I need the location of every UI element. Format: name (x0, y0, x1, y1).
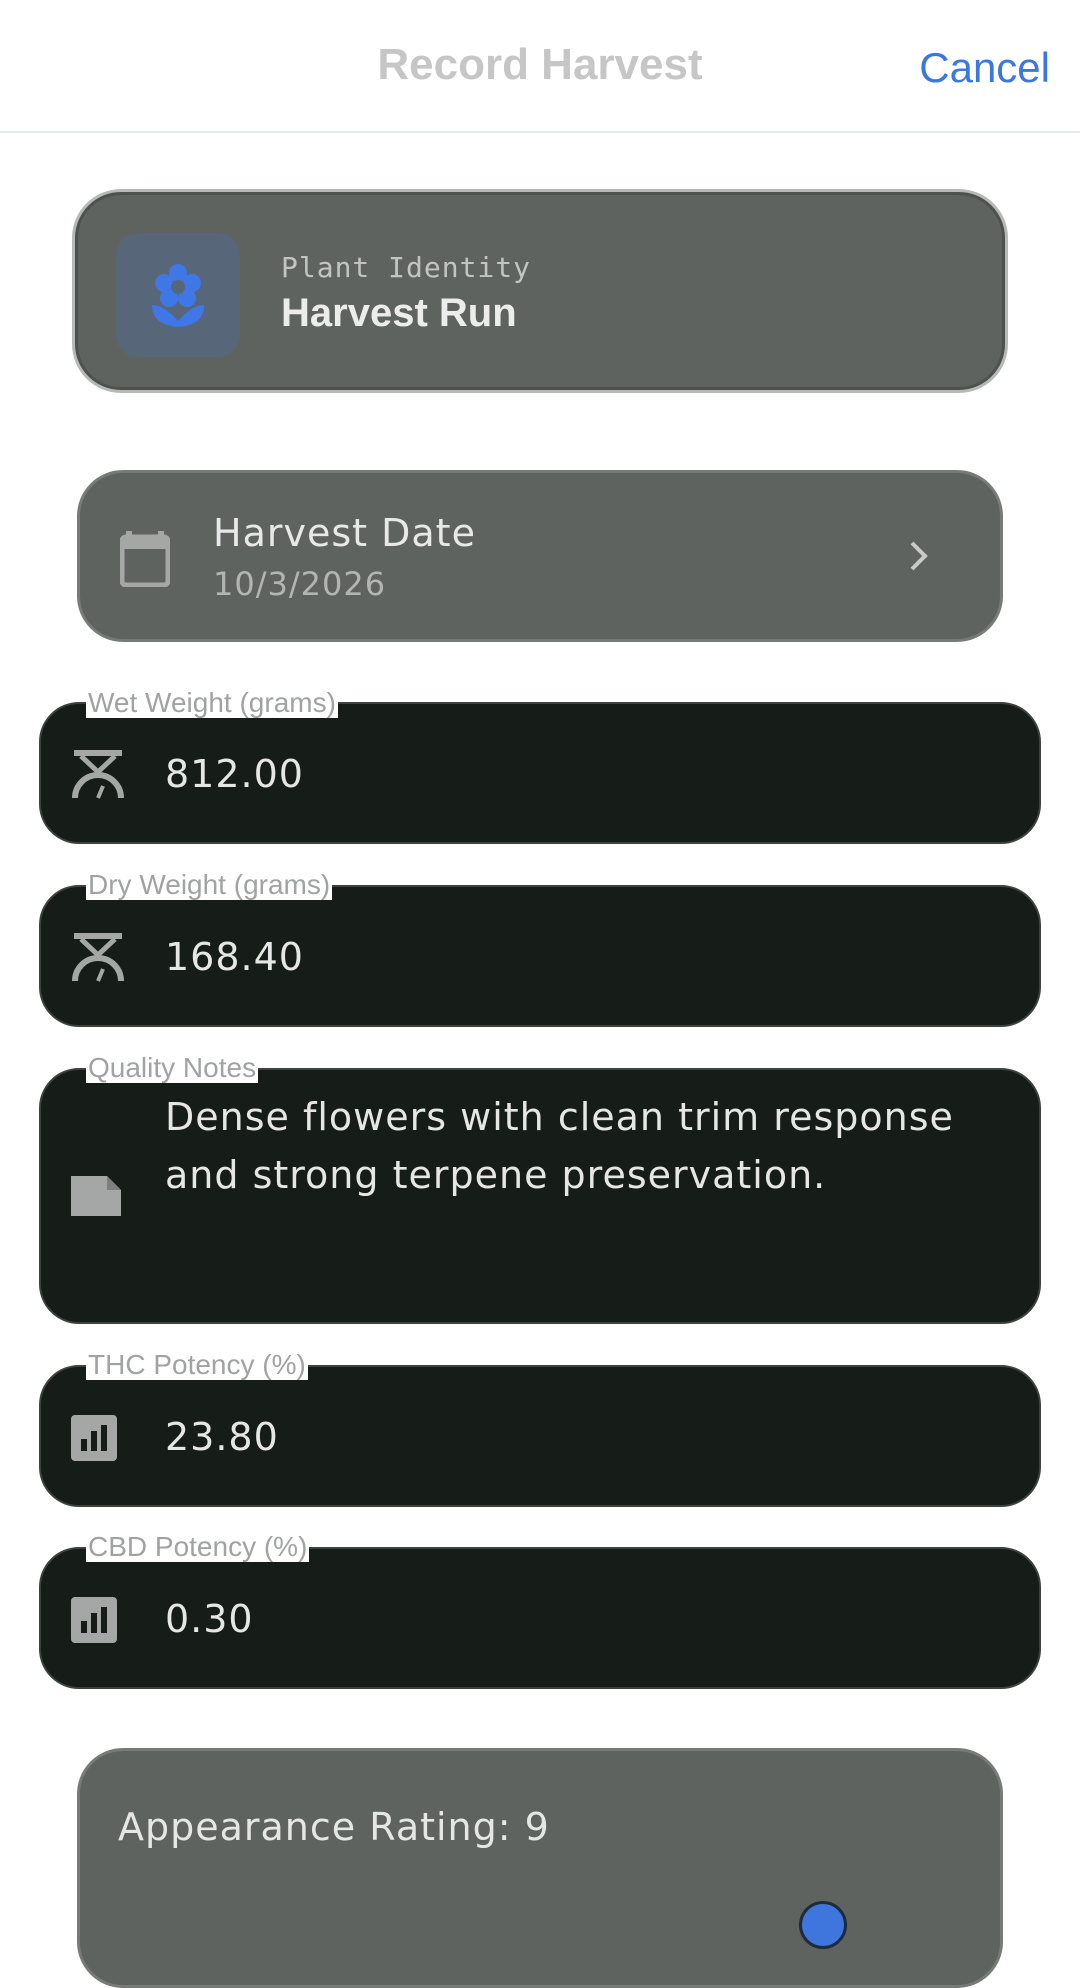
chevron-right-icon (908, 539, 930, 577)
chart-icon (71, 1597, 117, 1647)
scale-icon (71, 931, 125, 987)
cbd-potency-value: 0.30 (165, 1597, 254, 1641)
wet-weight-field[interactable]: 812.00 (39, 702, 1041, 844)
calendar-icon (119, 531, 171, 591)
cancel-button[interactable]: Cancel (919, 44, 1050, 92)
dry-weight-label: Dry Weight (grams) (86, 869, 333, 900)
thc-potency-field[interactable]: 23.80 (39, 1365, 1041, 1507)
cbd-potency-label: CBD Potency (%) (86, 1531, 310, 1562)
note-icon (71, 1176, 121, 1220)
plant-identity-label: Plant Identity (281, 251, 532, 284)
dry-weight-field[interactable]: 168.40 (39, 885, 1041, 1027)
quality-notes-label: Quality Notes (86, 1052, 259, 1083)
wet-weight-label: Wet Weight (grams) (86, 687, 338, 718)
scale-icon (71, 748, 125, 804)
appearance-rating-card: Appearance Rating: 9 (77, 1748, 1003, 1988)
harvest-date-picker[interactable]: Harvest Date 10/3/2026 (77, 470, 1003, 642)
plant-name: Harvest Run (281, 291, 517, 335)
header-bar: Record Harvest Cancel (0, 0, 1080, 133)
thc-potency-value: 23.80 (165, 1415, 279, 1459)
chart-icon (71, 1415, 117, 1465)
quality-notes-value: Dense flowers with clean trim response a… (165, 1095, 954, 1197)
dry-weight-value: 168.40 (165, 935, 304, 979)
page-title: Record Harvest (377, 40, 703, 89)
rating-slider-thumb[interactable] (799, 1901, 847, 1949)
plant-identity-card: Plant Identity Harvest Run (75, 192, 1005, 390)
wet-weight-value: 812.00 (165, 752, 304, 796)
flower-icon (116, 233, 240, 357)
thc-potency-label: THC Potency (%) (86, 1349, 308, 1380)
quality-notes-field[interactable]: Dense flowers with clean trim response a… (39, 1068, 1041, 1324)
harvest-date-label: Harvest Date (213, 511, 476, 555)
appearance-rating-label: Appearance Rating: 9 (118, 1805, 550, 1849)
harvest-date-value: 10/3/2026 (213, 565, 387, 603)
cbd-potency-field[interactable]: 0.30 (39, 1547, 1041, 1689)
